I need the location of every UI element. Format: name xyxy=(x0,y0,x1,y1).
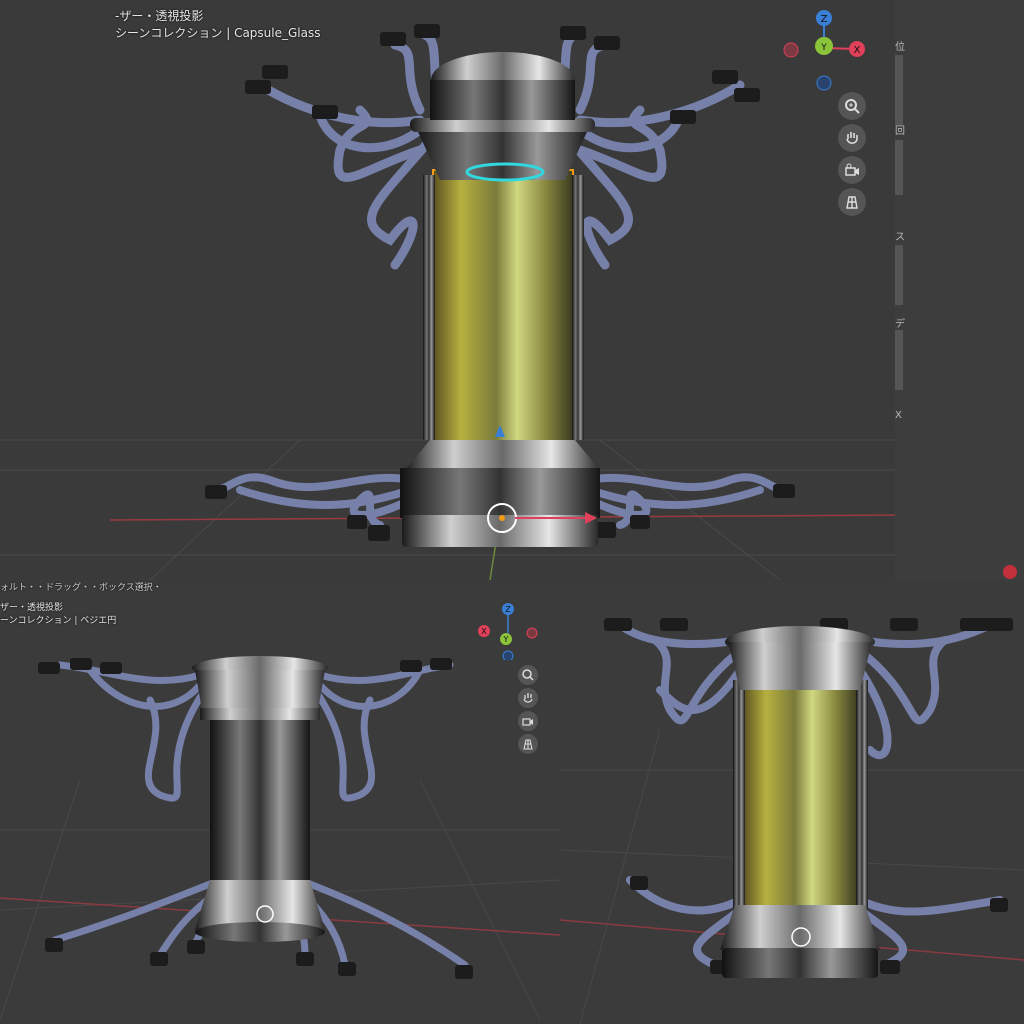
view-label: -ザー・透視投影 xyxy=(115,9,204,23)
svg-text:X: X xyxy=(481,627,487,636)
bottom-right-scene xyxy=(560,618,1024,1024)
bottom-left-viewport[interactable]: ォルト・・ドラッグ・・ボックス選択・ ザー・透視投影 ーンコレクション | ベジ… xyxy=(0,580,560,1024)
svg-text:Y: Y xyxy=(503,635,509,644)
collection-label: シーンコレクション | Capsule_Glass xyxy=(115,26,321,40)
bottom-right-viewport[interactable] xyxy=(560,580,1024,1024)
zoom-icon[interactable] xyxy=(518,665,538,685)
side-mark-4: デ xyxy=(895,319,905,330)
base-top xyxy=(405,440,600,470)
side-panel[interactable]: 位 回 ス デ X xyxy=(895,0,1024,580)
record-dot xyxy=(1003,565,1017,579)
grid-icon[interactable] xyxy=(518,734,538,754)
svg-text:Z: Z xyxy=(505,605,511,614)
navigation-gizmo[interactable]: Z X Y xyxy=(780,8,890,98)
top-scene xyxy=(0,24,900,580)
capsule-glass xyxy=(743,675,858,910)
grid-icon[interactable] xyxy=(838,188,866,216)
svg-text:X: X xyxy=(854,45,861,56)
view-label: ザー・透視投影 xyxy=(0,603,64,613)
hand-icon[interactable] xyxy=(838,124,866,152)
navigation-gizmo[interactable]: Z X Y xyxy=(475,600,545,660)
side-mark-3: ス xyxy=(895,232,905,243)
side-mark-5: X xyxy=(895,410,902,421)
svg-text:Y: Y xyxy=(820,43,827,53)
side-mark-2: 回 xyxy=(895,126,905,137)
capsule-glass xyxy=(432,169,574,443)
zoom-icon[interactable] xyxy=(838,92,866,120)
capsule-body xyxy=(210,720,310,885)
top-viewport[interactable]: -ザー・透視投影 シーンコレクション | Capsule_Glass Z X Y xyxy=(0,0,900,580)
header-text: ォルト・・ドラッグ・・ボックス選択・ xyxy=(0,583,162,593)
camera-icon[interactable] xyxy=(838,156,866,184)
side-mark-1: 位 xyxy=(895,42,905,53)
camera-icon[interactable] xyxy=(518,711,538,731)
svg-text:Z: Z xyxy=(821,14,828,25)
hand-icon[interactable] xyxy=(518,688,538,708)
collection-label: ーンコレクション | ベジエ円 xyxy=(0,616,117,626)
